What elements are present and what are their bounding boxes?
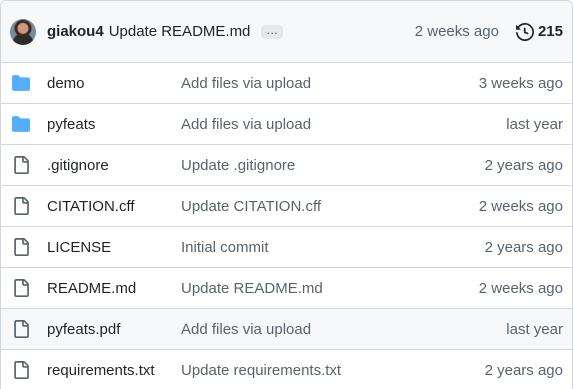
file-name-link[interactable]: LICENSE [47, 239, 111, 256]
commit-count: 215 [537, 23, 563, 40]
file-name-link[interactable]: requirements.txt [47, 362, 155, 379]
file-browser: giakou4 Update README.md ... 2 weeks ago… [0, 0, 573, 389]
file-commit-message-link[interactable]: Initial commit [181, 239, 269, 256]
file-name-link[interactable]: CITATION.cff [47, 198, 135, 215]
avatar[interactable] [10, 18, 36, 45]
history-link[interactable]: 215 [515, 22, 563, 41]
file-row[interactable]: CITATION.cff Update CITATION.cff 2 weeks… [1, 186, 572, 227]
file-row[interactable]: pyfeats Add files via upload last year [1, 104, 572, 145]
file-commit-age: last year [506, 115, 563, 133]
file-icon [12, 279, 30, 297]
file-row[interactable]: requirements.txt Update requirements.txt… [1, 350, 572, 389]
file-name-link[interactable]: .gitignore [47, 157, 109, 174]
commit-message-link[interactable]: Update README.md [109, 23, 251, 40]
file-commit-message-link[interactable]: Add files via upload [181, 321, 311, 338]
file-commit-age: 2 weeks ago [478, 197, 563, 215]
file-name-link[interactable]: pyfeats [47, 116, 95, 133]
file-commit-message-link[interactable]: Add files via upload [181, 75, 311, 92]
file-commit-age: 2 weeks ago [478, 279, 563, 297]
file-row[interactable]: demo Add files via upload 3 weeks ago [1, 63, 572, 104]
file-row[interactable]: README.md Update README.md 2 weeks ago [1, 268, 572, 309]
file-icon [12, 238, 30, 256]
file-icon [12, 197, 30, 215]
file-list: demo Add files via upload 3 weeks ago py… [1, 63, 572, 389]
folder-icon [12, 74, 30, 92]
file-commit-age: 2 years ago [484, 238, 563, 256]
file-commit-age: last year [506, 320, 563, 338]
file-commit-age: 2 years ago [484, 156, 563, 174]
file-icon [12, 320, 30, 338]
file-name-link[interactable]: pyfeats.pdf [47, 321, 120, 338]
commit-time[interactable]: 2 weeks ago [415, 23, 499, 40]
file-commit-message-link[interactable]: Update README.md [181, 280, 323, 297]
file-row[interactable]: .gitignore Update .gitignore 2 years ago [1, 145, 572, 186]
file-commit-age: 2 years ago [484, 361, 563, 379]
expand-commit-button[interactable]: ... [261, 24, 284, 39]
file-commit-message-link[interactable]: Update requirements.txt [181, 362, 341, 379]
history-icon [515, 22, 534, 41]
file-commit-age: 3 weeks ago [478, 74, 563, 92]
file-row[interactable]: LICENSE Initial commit 2 years ago [1, 227, 572, 268]
file-row[interactable]: pyfeats.pdf Add files via upload last ye… [1, 309, 572, 350]
file-name-link[interactable]: demo [47, 75, 85, 92]
latest-commit-bar: giakou4 Update README.md ... 2 weeks ago… [1, 1, 572, 63]
folder-icon [12, 115, 30, 133]
file-name-link[interactable]: README.md [47, 280, 136, 297]
file-commit-message-link[interactable]: Update .gitignore [181, 157, 295, 174]
file-commit-message-link[interactable]: Add files via upload [181, 116, 311, 133]
file-icon [12, 361, 30, 379]
file-commit-message-link[interactable]: Update CITATION.cff [181, 198, 321, 215]
file-icon [12, 156, 30, 174]
commit-author-link[interactable]: giakou4 [47, 23, 104, 40]
